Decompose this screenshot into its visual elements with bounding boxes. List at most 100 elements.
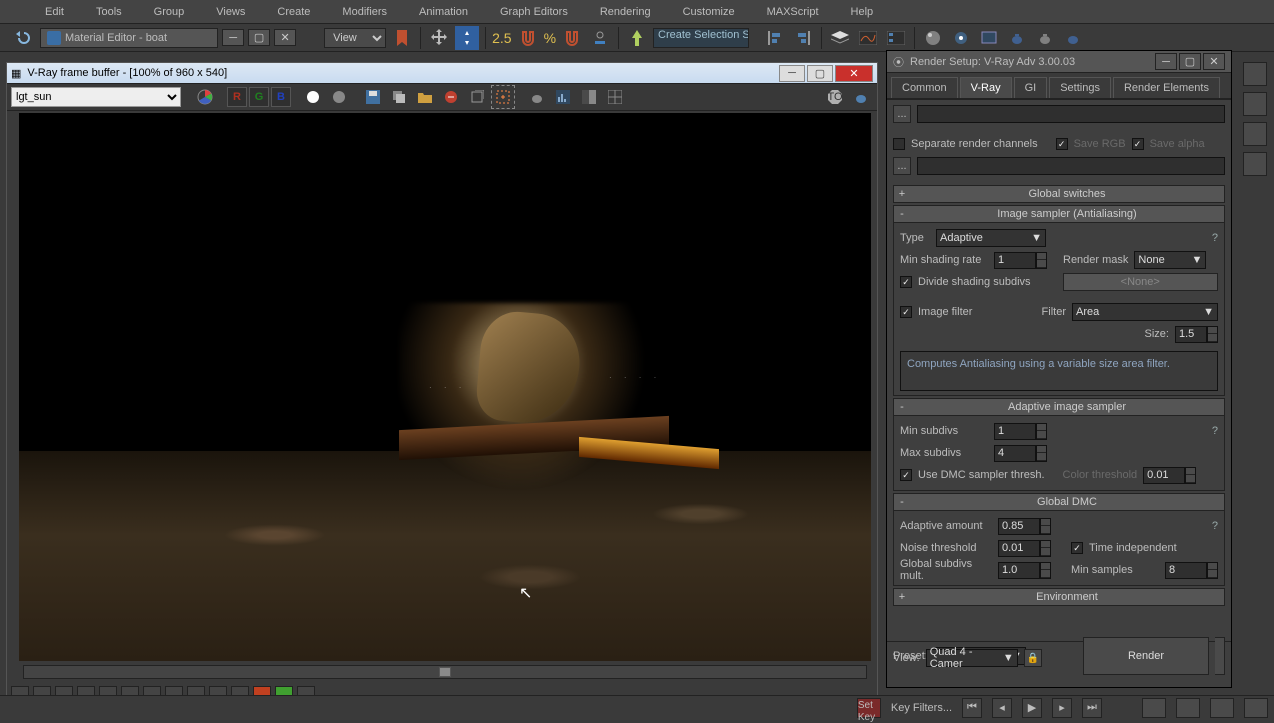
- material-editor-tab[interactable]: Material Editor - boat: [40, 28, 218, 48]
- menu-group[interactable]: Group: [154, 6, 185, 18]
- render-framewindow-icon[interactable]: [977, 26, 1001, 50]
- vfb-scrollbar-thumb[interactable]: [439, 667, 451, 677]
- color-threshold-spinner[interactable]: [1143, 467, 1196, 484]
- teapot-icon[interactable]: [1005, 26, 1029, 50]
- copy-icon[interactable]: [387, 85, 411, 109]
- render-mask-none-button[interactable]: <None>: [1063, 273, 1218, 291]
- menu-modifiers[interactable]: Modifiers: [342, 6, 387, 18]
- min-shading-spinner[interactable]: [994, 252, 1047, 269]
- play-icon[interactable]: ▶: [1022, 698, 1042, 718]
- vfb-close-icon[interactable]: ✕: [835, 65, 873, 82]
- rollout-adaptive-sampler[interactable]: -Adaptive image sampler: [893, 398, 1225, 416]
- output-path-field[interactable]: [917, 105, 1225, 123]
- vfb-titlebar[interactable]: ▦ V-Ray frame buffer - [100% of 960 x 54…: [7, 63, 877, 83]
- help-icon[interactable]: ?: [1212, 520, 1218, 532]
- menu-graph-editors[interactable]: Graph Editors: [500, 6, 568, 18]
- min-samples-spinner[interactable]: [1165, 562, 1218, 579]
- rollout-global-switches[interactable]: +Global switches: [893, 185, 1225, 203]
- filter-size-spinner[interactable]: [1175, 326, 1218, 343]
- play-prev-icon[interactable]: ◂: [992, 698, 1012, 718]
- view-dropdown[interactable]: Quad 4 - Camer▼: [926, 649, 1018, 667]
- red-channel-button[interactable]: R: [227, 87, 247, 107]
- tab-vray[interactable]: V-Ray: [960, 77, 1012, 98]
- menu-maxscript[interactable]: MAXScript: [767, 6, 819, 18]
- adaptive-amount-spinner[interactable]: [998, 518, 1051, 535]
- bookmark-icon[interactable]: [390, 26, 414, 50]
- color-wheel-icon[interactable]: [193, 85, 217, 109]
- curve-editor-icon[interactable]: [856, 26, 880, 50]
- open-icon[interactable]: [413, 85, 437, 109]
- tab-gi[interactable]: GI: [1014, 77, 1048, 98]
- vfb-render-viewport[interactable]: · · · · · · · ↖: [19, 113, 871, 661]
- save-icon[interactable]: [361, 85, 385, 109]
- rs-minimize-icon[interactable]: ─: [1155, 53, 1177, 70]
- tab-render-elements[interactable]: Render Elements: [1113, 77, 1220, 98]
- render-button[interactable]: Render: [1083, 637, 1209, 675]
- magnet2-icon[interactable]: [560, 26, 584, 50]
- nav-zoom-icon[interactable]: [1176, 698, 1200, 718]
- nav-orbit-icon[interactable]: [1210, 698, 1234, 718]
- selection-set-dropdown[interactable]: Create Selection Se ▼: [653, 28, 749, 48]
- view-dropdown[interactable]: View: [324, 28, 386, 48]
- filter-type-dropdown[interactable]: Area▼: [1072, 303, 1218, 321]
- key-filters-button[interactable]: Key Filters...: [891, 702, 952, 714]
- cp-icon[interactable]: [1243, 152, 1267, 176]
- menu-help[interactable]: Help: [851, 6, 874, 18]
- help-icon[interactable]: ?: [1212, 425, 1218, 437]
- alpha-white-icon[interactable]: [301, 85, 325, 109]
- save-rgb-checkbox[interactable]: ✓: [1056, 138, 1068, 150]
- tab-minimize-icon[interactable]: ─: [222, 29, 244, 46]
- vfb-channel-dropdown[interactable]: lgt_sun: [11, 87, 181, 107]
- play-end-icon[interactable]: ⏭: [1082, 698, 1102, 718]
- vfb-compare-icon[interactable]: [577, 85, 601, 109]
- menu-customize[interactable]: Customize: [683, 6, 735, 18]
- set-key-button[interactable]: Set Key: [857, 698, 881, 718]
- render-mask-dropdown[interactable]: None▼: [1134, 251, 1206, 269]
- channel-path-field[interactable]: [917, 157, 1225, 175]
- rollout-global-dmc[interactable]: -Global DMC: [893, 493, 1225, 511]
- use-dmc-checkbox[interactable]: ✓: [900, 469, 912, 481]
- layers-icon[interactable]: [828, 26, 852, 50]
- stop-render-icon[interactable]: STOP: [823, 85, 847, 109]
- vfb-levels-icon[interactable]: [551, 85, 575, 109]
- max-subdivs-spinner[interactable]: [994, 445, 1047, 462]
- nav-pan-icon[interactable]: [1142, 698, 1166, 718]
- blue-channel-button[interactable]: B: [271, 87, 291, 107]
- green-channel-button[interactable]: G: [249, 87, 269, 107]
- region-icon[interactable]: [491, 85, 515, 109]
- tab-close-icon[interactable]: ✕: [274, 29, 296, 46]
- duplicate-icon[interactable]: [465, 85, 489, 109]
- magnet-icon[interactable]: [516, 26, 540, 50]
- tab-common[interactable]: Common: [891, 77, 958, 98]
- image-filter-checkbox[interactable]: ✓: [900, 306, 912, 318]
- cp-icon[interactable]: [1243, 92, 1267, 116]
- render-setup-titlebar[interactable]: ⦿ Render Setup: V-Ray Adv 3.00.03 ─ ▢ ✕: [887, 51, 1231, 73]
- menu-edit[interactable]: Edit: [45, 6, 64, 18]
- rollout-image-sampler[interactable]: -Image sampler (Antialiasing): [893, 205, 1225, 223]
- menu-views[interactable]: Views: [216, 6, 245, 18]
- cp-icon[interactable]: [1243, 122, 1267, 146]
- menu-rendering[interactable]: Rendering: [600, 6, 651, 18]
- channel-path-ellipsis-button[interactable]: ...: [893, 157, 911, 175]
- render-setup-icon[interactable]: [949, 26, 973, 50]
- view-lock-icon[interactable]: 🔒: [1024, 649, 1042, 667]
- render-prod-icon[interactable]: [1061, 26, 1085, 50]
- sampler-type-dropdown[interactable]: Adaptive▼: [936, 229, 1046, 247]
- save-alpha-checkbox[interactable]: ✓: [1132, 138, 1144, 150]
- min-subdivs-spinner[interactable]: [994, 423, 1047, 440]
- tab-maximize-icon[interactable]: ▢: [248, 29, 270, 46]
- alpha-gray-icon[interactable]: [327, 85, 351, 109]
- rollout-environment[interactable]: +Environment: [893, 588, 1225, 606]
- play-start-icon[interactable]: ⏮: [962, 698, 982, 718]
- vfb-minimize-icon[interactable]: ─: [779, 65, 805, 82]
- nav-max-icon[interactable]: [1244, 698, 1268, 718]
- vfb-maximize-icon[interactable]: ▢: [807, 65, 833, 82]
- vfb-grid-icon[interactable]: [603, 85, 627, 109]
- snap-toggle-icon[interactable]: [588, 26, 612, 50]
- teapot2-icon[interactable]: [1033, 26, 1057, 50]
- help-icon[interactable]: ?: [1212, 232, 1218, 244]
- global-subdivs-spinner[interactable]: [998, 562, 1051, 579]
- cp-icon[interactable]: [1243, 62, 1267, 86]
- rs-maximize-icon[interactable]: ▢: [1179, 53, 1201, 70]
- play-next-icon[interactable]: ▸: [1052, 698, 1072, 718]
